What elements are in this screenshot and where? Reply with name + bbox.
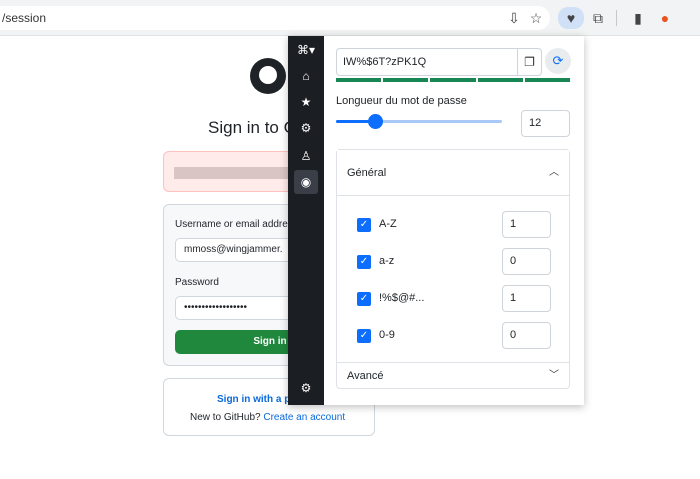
option-label: !%$@#... xyxy=(379,292,425,304)
copy-icon: ❐ xyxy=(524,55,535,69)
length-slider-thumb[interactable] xyxy=(368,114,383,129)
password-strength-meter xyxy=(336,78,571,82)
strength-segment xyxy=(477,78,523,82)
digits-min-input[interactable]: 0 xyxy=(502,322,551,349)
password-label: Password xyxy=(175,277,219,288)
chevron-up-icon: ︿ xyxy=(549,167,559,178)
symbols-min-input[interactable]: 1 xyxy=(502,285,551,312)
github-logo-icon xyxy=(250,58,286,94)
advanced-section-header[interactable]: Avancé ﹀ xyxy=(337,362,569,388)
regenerate-button[interactable]: ⟳ xyxy=(545,48,571,74)
install-app-icon[interactable]: ⇩ xyxy=(504,8,524,28)
option-label: a-z xyxy=(379,255,395,267)
toolbar-divider xyxy=(616,10,617,26)
strength-segment xyxy=(524,78,571,82)
options-accordion: Général ︿ ✓ A-Z 1 ✓ a-z 0 ✓ !%$@#... 1 ✓… xyxy=(336,149,570,389)
lowercase-checkbox[interactable]: ✓ xyxy=(357,255,371,269)
page-title: Sign in to G xyxy=(208,118,297,137)
star-icon[interactable]: ★ xyxy=(296,92,316,112)
length-label: Longueur du mot de passe xyxy=(336,95,467,107)
settings-gear-icon[interactable]: ⚙ xyxy=(296,118,316,138)
browser-toolbar: /session ⇩ ☆ ♥ ⧉ ▮ ● xyxy=(0,0,700,36)
side-panel-icon[interactable]: ▮ xyxy=(628,8,648,28)
popup-sidebar: ⌘▾ ⌂ ★ ⚙ ♙ ◉ ⚙ xyxy=(288,36,324,405)
passkey-link[interactable]: Sign in with a p xyxy=(217,394,290,405)
uppercase-checkbox[interactable]: ✓ xyxy=(357,218,371,232)
create-account-link[interactable]: Create an account xyxy=(263,412,345,423)
generated-password-field[interactable]: IW%$6T?zPK1Q xyxy=(336,48,518,76)
new-to-github: New to GitHub? Create an account xyxy=(190,412,345,423)
option-label: 0-9 xyxy=(379,329,395,341)
profile-avatar-icon[interactable]: ● xyxy=(655,8,675,28)
length-input[interactable]: 12 xyxy=(521,110,570,137)
home-icon[interactable]: ⌂ xyxy=(296,66,316,86)
alert-text-redacted xyxy=(174,167,294,179)
strength-segment xyxy=(336,78,382,82)
chevron-down-icon: ﹀ xyxy=(549,370,559,381)
option-row-lowercase: ✓ a-z 0 xyxy=(337,247,569,277)
new-text: New to GitHub? xyxy=(190,412,261,423)
lowercase-min-input[interactable]: 0 xyxy=(502,248,551,275)
digits-checkbox[interactable]: ✓ xyxy=(357,329,371,343)
option-label: A-Z xyxy=(379,218,397,230)
option-row-digits: ✓ 0-9 0 xyxy=(337,321,569,351)
address-bar[interactable]: /session xyxy=(0,6,550,30)
password-extension-icon[interactable]: ♥ xyxy=(558,7,584,29)
refresh-icon: ⟳ xyxy=(552,53,564,68)
bookmark-star-icon[interactable]: ☆ xyxy=(526,8,546,28)
advanced-label: Avancé xyxy=(347,370,384,382)
copy-button[interactable]: ❐ xyxy=(518,48,542,76)
general-section-header[interactable]: Général ︿ xyxy=(337,150,569,196)
gears-icon[interactable]: ⚙ xyxy=(296,378,316,398)
strength-segment xyxy=(383,78,429,82)
symbols-checkbox[interactable]: ✓ xyxy=(357,292,371,306)
graph-menu-icon[interactable]: ⌘▾ xyxy=(296,40,316,60)
password-generator-icon[interactable]: ◉ xyxy=(294,170,318,194)
password-generator-popup: ⌘▾ ⌂ ★ ⚙ ♙ ◉ ⚙ IW%$6T?zPK1Q ❐ ⟳ Longueur… xyxy=(288,36,584,405)
general-label: Général xyxy=(347,167,387,179)
uppercase-min-input[interactable]: 1 xyxy=(502,211,551,238)
extensions-puzzle-icon[interactable]: ⧉ xyxy=(588,8,608,28)
username-label: Username or email address xyxy=(175,219,298,230)
option-row-uppercase: ✓ A-Z 1 xyxy=(337,210,569,240)
option-row-symbols: ✓ !%$@#... 1 xyxy=(337,284,569,314)
strength-segment xyxy=(430,78,476,82)
user-lock-icon[interactable]: ♙ xyxy=(296,146,316,166)
